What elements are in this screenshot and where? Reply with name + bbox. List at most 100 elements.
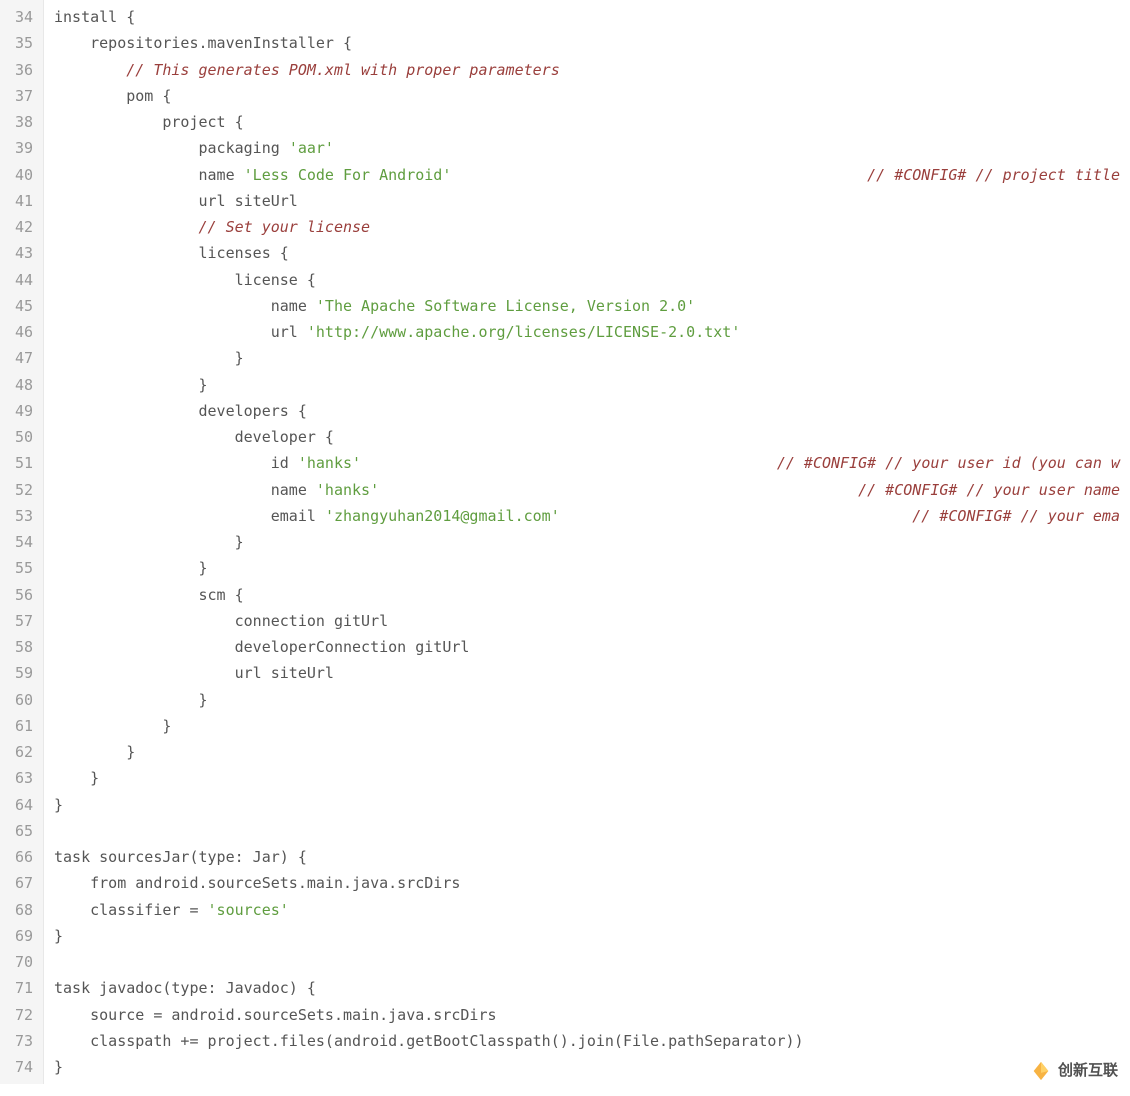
line-number: 61 [6,713,33,739]
code-token: from android.sourceSets.main.java.srcDir… [54,874,460,892]
code-line: email 'zhangyuhan2014@gmail.com'// #CONF… [54,503,1130,529]
line-number: 55 [6,555,33,581]
code-line: developers { [54,398,1130,424]
code-line [54,949,1130,975]
line-number: 34 [6,4,33,30]
code-token: developer { [54,428,334,446]
code-token: } [54,743,135,761]
line-number: 53 [6,503,33,529]
code-line: install { [54,4,1130,30]
code-line: from android.sourceSets.main.java.srcDir… [54,870,1130,896]
line-number: 52 [6,477,33,503]
line-number: 64 [6,792,33,818]
line-number: 73 [6,1028,33,1054]
logo-icon [1030,1060,1052,1082]
line-number: 71 [6,975,33,1001]
line-number: 43 [6,240,33,266]
line-number: 35 [6,30,33,56]
code-line: license { [54,267,1130,293]
code-line: task sourcesJar(type: Jar) { [54,844,1130,870]
line-number: 48 [6,372,33,398]
line-number: 60 [6,687,33,713]
code-line: } [54,555,1130,581]
code-token: 'zhangyuhan2014@gmail.com' [325,507,560,525]
code-token: 'hanks' [316,481,379,499]
code-token: } [54,717,171,735]
code-line: licenses { [54,240,1130,266]
code-line: repositories.mavenInstaller { [54,30,1130,56]
line-number: 49 [6,398,33,424]
code-line: source = android.sourceSets.main.java.sr… [54,1002,1130,1028]
code-token: } [54,376,208,394]
code-token: classifier = [54,901,208,919]
line-number: 63 [6,765,33,791]
line-number: 74 [6,1054,33,1080]
code-line: } [54,792,1130,818]
line-number: 41 [6,188,33,214]
code-line: developer { [54,424,1130,450]
code-token: } [54,349,244,367]
code-token: developers { [54,402,307,420]
code-line: } [54,372,1130,398]
code-token: 'Less Code For Android' [244,166,452,184]
line-number: 57 [6,608,33,634]
code-token: } [54,796,63,814]
code-line: pom { [54,83,1130,109]
line-number: 62 [6,739,33,765]
code-token: } [54,1058,63,1076]
code-token: licenses { [54,244,289,262]
trailing-comment: // #CONFIG# // your ema [912,503,1130,529]
code-line: classifier = 'sources' [54,897,1130,923]
line-number: 44 [6,267,33,293]
code-line: } [54,739,1130,765]
code-line: id 'hanks'// #CONFIG# // your user id (y… [54,450,1130,476]
line-number: 66 [6,844,33,870]
line-number: 69 [6,923,33,949]
line-number: 54 [6,529,33,555]
code-token: url siteUrl [54,664,334,682]
code-area: install { repositories.mavenInstaller { … [44,0,1130,1084]
code-token [54,61,126,79]
code-line: scm { [54,582,1130,608]
code-line: } [54,1054,1130,1080]
code-line: name 'Less Code For Android'// #CONFIG# … [54,162,1130,188]
code-line: // Set your license [54,214,1130,240]
code-token: pom { [54,87,171,105]
line-number: 50 [6,424,33,450]
code-line: url 'http://www.apache.org/licenses/LICE… [54,319,1130,345]
line-number: 68 [6,897,33,923]
code-token: install { [54,8,135,26]
code-line [54,818,1130,844]
code-token: // Set your license [199,218,371,236]
line-number: 46 [6,319,33,345]
line-number: 38 [6,109,33,135]
line-number: 45 [6,293,33,319]
line-number: 59 [6,660,33,686]
line-number: 39 [6,135,33,161]
code-token: // This generates POM.xml with proper pa… [126,61,559,79]
code-line: } [54,687,1130,713]
code-line: classpath += project.files(android.getBo… [54,1028,1130,1054]
code-token: project { [54,113,244,131]
code-line: } [54,765,1130,791]
code-line: url siteUrl [54,188,1130,214]
line-number: 65 [6,818,33,844]
code-token: name [54,166,244,184]
code-token: source = android.sourceSets.main.java.sr… [54,1006,497,1024]
code-token: task javadoc(type: Javadoc) { [54,979,316,997]
line-number: 67 [6,870,33,896]
code-token: classpath += project.files(android.getBo… [54,1032,804,1050]
line-number: 72 [6,1002,33,1028]
code-token: 'aar' [289,139,334,157]
code-token [54,218,199,236]
code-line: url siteUrl [54,660,1130,686]
code-token: 'The Apache Software License, Version 2.… [316,297,695,315]
code-token: id [54,454,298,472]
code-line: } [54,713,1130,739]
code-token: 'sources' [208,901,289,919]
code-token: license { [54,271,316,289]
line-number: 36 [6,57,33,83]
code-line: name 'hanks'// #CONFIG# // your user nam… [54,477,1130,503]
code-token: name [54,481,316,499]
code-line: } [54,345,1130,371]
